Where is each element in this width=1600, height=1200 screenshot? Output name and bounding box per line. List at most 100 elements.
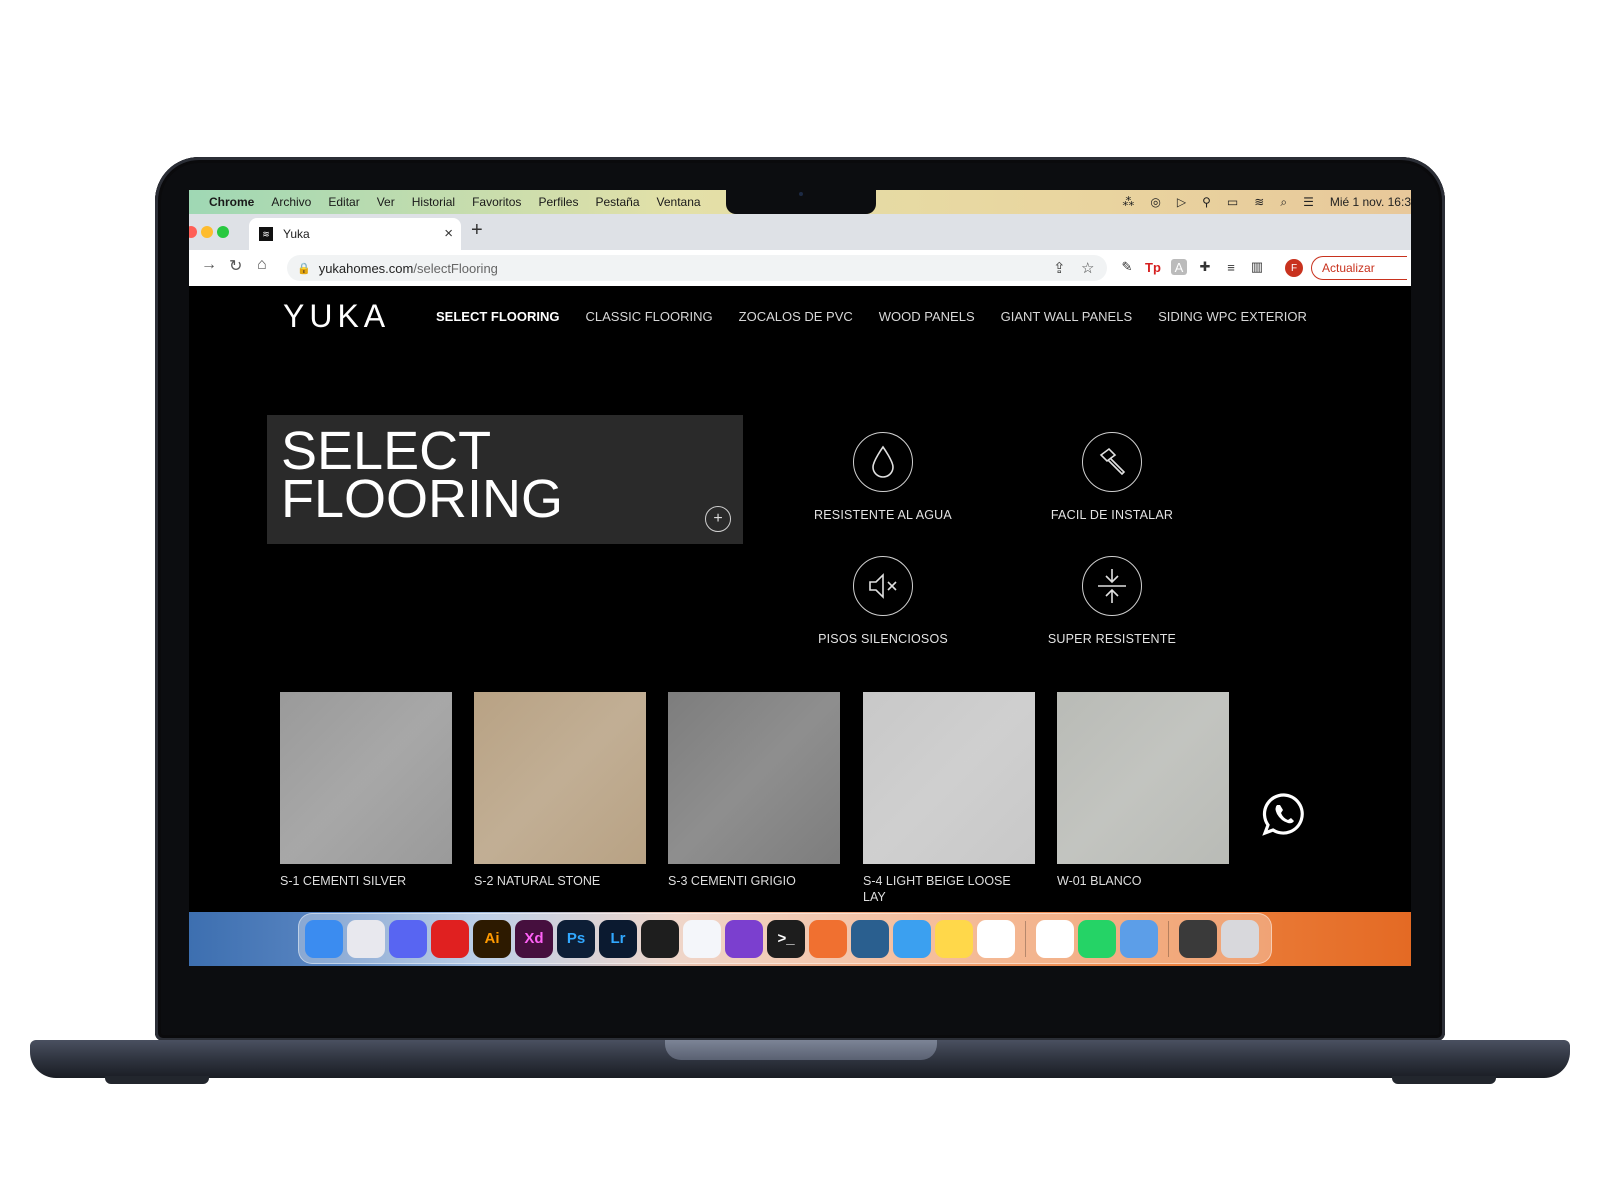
illustrator-icon[interactable]: Ai bbox=[473, 919, 511, 958]
reload-icon[interactable]: ↻ bbox=[229, 256, 242, 276]
battery-icon[interactable]: ▭ bbox=[1227, 195, 1238, 209]
lightroom-icon[interactable]: Lr bbox=[599, 919, 637, 958]
menu-favoritos[interactable]: Favoritos bbox=[472, 195, 521, 209]
product-card[interactable]: S-2 NATURAL STONE bbox=[474, 692, 646, 889]
product-image[interactable] bbox=[668, 692, 840, 864]
launchpad-icon[interactable] bbox=[347, 919, 385, 958]
chrome-toolbar: → ↻ ⌂ 🔒 yukahomes.com/selectFlooring ⇪ ☆… bbox=[189, 250, 1411, 287]
close-window-button[interactable] bbox=[189, 226, 197, 238]
minimize-window-button[interactable] bbox=[201, 226, 213, 238]
whatsapp-chat-button[interactable] bbox=[1262, 792, 1306, 836]
chrome-icon[interactable] bbox=[1036, 919, 1074, 958]
zoom-window-button[interactable] bbox=[217, 226, 229, 238]
close-tab-icon[interactable]: × bbox=[444, 225, 453, 242]
product-image[interactable] bbox=[1057, 692, 1229, 864]
menu-historial[interactable]: Historial bbox=[412, 195, 455, 209]
site-logo[interactable]: YUKA bbox=[283, 286, 390, 346]
camera-icon bbox=[799, 192, 803, 196]
menubar-datetime[interactable]: Mié 1 nov. 16:3 bbox=[1330, 195, 1411, 209]
product-card[interactable]: S-3 CEMENTI GRIGIO bbox=[668, 692, 840, 889]
menu-archivo[interactable]: Archivo bbox=[271, 195, 311, 209]
lock-icon: 🔒 bbox=[297, 262, 311, 275]
youtube-music-icon[interactable] bbox=[431, 919, 469, 958]
forward-arrow-icon[interactable]: → bbox=[201, 256, 217, 274]
bookmark-star-icon[interactable]: ☆ bbox=[1081, 259, 1094, 277]
yuka-page: YUKA SELECT FLOORING CLASSIC FLOORING ZO… bbox=[189, 286, 1411, 912]
wifi-icon[interactable]: ≋ bbox=[1254, 195, 1264, 209]
feature-label: PISOS SILENCIOSOS bbox=[818, 632, 948, 646]
reading-list-icon[interactable]: ≡ bbox=[1223, 259, 1239, 275]
extension-broom-icon[interactable]: ✎ bbox=[1119, 259, 1135, 275]
photoshop-icon[interactable]: Ps bbox=[557, 919, 595, 958]
menu-pestana[interactable]: Pestaña bbox=[595, 195, 639, 209]
slack-icon[interactable] bbox=[977, 919, 1015, 958]
product-name[interactable]: S-4 LIGHT BEIGE LOOSE LAY bbox=[863, 873, 1023, 905]
discord-icon[interactable] bbox=[389, 919, 427, 958]
nav-wood-panels[interactable]: WOOD PANELS bbox=[879, 309, 975, 324]
mac-dock: Ai Xd Ps Lr >_ bbox=[298, 913, 1272, 964]
mail-icon[interactable] bbox=[893, 919, 931, 958]
iphone-mirroring-icon[interactable] bbox=[1179, 919, 1217, 958]
xd-icon[interactable]: Xd bbox=[515, 919, 553, 958]
product-image[interactable] bbox=[474, 692, 646, 864]
laptop-foot-left bbox=[105, 1076, 209, 1084]
vscode-icon[interactable] bbox=[683, 919, 721, 958]
menu-ventana[interactable]: Ventana bbox=[657, 195, 701, 209]
product-card[interactable]: W-01 BLANCO bbox=[1057, 692, 1229, 889]
extensions-puzzle-icon[interactable]: ✚ bbox=[1197, 259, 1213, 275]
whatsapp-icon bbox=[1262, 793, 1304, 836]
product-image[interactable] bbox=[863, 692, 1035, 864]
control-center-icon[interactable]: ☰ bbox=[1303, 195, 1314, 209]
nav-select-flooring[interactable]: SELECT FLOORING bbox=[436, 309, 560, 324]
browser-tab-yuka[interactable]: ≋ Yuka × bbox=[249, 218, 461, 250]
airdrop-status-icon[interactable]: ⚲ bbox=[1202, 195, 1211, 209]
address-bar[interactable]: 🔒 yukahomes.com/selectFlooring ⇪ ☆ bbox=[287, 255, 1107, 281]
menu-app-name[interactable]: Chrome bbox=[209, 195, 254, 209]
share-icon[interactable]: ⇪ bbox=[1053, 259, 1066, 277]
nav-siding-wpc-exterior[interactable]: SIDING WPC EXTERIOR bbox=[1158, 309, 1307, 324]
github-desktop-icon[interactable] bbox=[725, 919, 763, 958]
terminal-icon[interactable]: >_ bbox=[767, 919, 805, 958]
extension-tp-icon[interactable]: Tp bbox=[1145, 259, 1161, 275]
new-tab-icon[interactable]: + bbox=[471, 219, 483, 242]
product-name[interactable]: W-01 BLANCO bbox=[1057, 873, 1229, 889]
finder-icon[interactable] bbox=[305, 919, 343, 958]
extension-translate-icon[interactable]: A bbox=[1171, 259, 1187, 275]
dock-separator bbox=[1025, 920, 1026, 957]
laptop-screen: Chrome Archivo Editar Ver Historial Favo… bbox=[189, 190, 1411, 1002]
home-icon[interactable]: ⌂ bbox=[257, 256, 267, 274]
notes-icon[interactable] bbox=[935, 919, 973, 958]
nav-giant-wall-panels[interactable]: GIANT WALL PANELS bbox=[1001, 309, 1133, 324]
menu-editar[interactable]: Editar bbox=[328, 195, 359, 209]
side-panel-icon[interactable]: ▥ bbox=[1249, 259, 1265, 275]
trash-icon[interactable] bbox=[1221, 919, 1259, 958]
nav-zocalos-de-pvc[interactable]: ZOCALOS DE PVC bbox=[739, 309, 853, 324]
dolphin-icon[interactable] bbox=[851, 919, 889, 958]
profile-avatar[interactable]: F bbox=[1285, 259, 1303, 277]
pen-tool-icon[interactable] bbox=[809, 919, 847, 958]
figma-status-icon[interactable]: ⁂ bbox=[1122, 195, 1134, 209]
update-chrome-button[interactable]: Actualizar bbox=[1311, 256, 1407, 280]
product-name[interactable]: S-2 NATURAL STONE bbox=[474, 873, 646, 889]
feature-label: SUPER RESISTENTE bbox=[1047, 632, 1177, 646]
play-status-icon[interactable]: ▷ bbox=[1177, 195, 1186, 209]
menu-ver[interactable]: Ver bbox=[377, 195, 395, 209]
expand-button[interactable]: + bbox=[705, 506, 731, 532]
menu-perfiles[interactable]: Perfiles bbox=[538, 195, 578, 209]
product-name[interactable]: S-1 CEMENTI SILVER bbox=[280, 873, 452, 889]
product-card[interactable]: S-4 LIGHT BEIGE LOOSE LAY bbox=[863, 692, 1035, 905]
hero-title: SELECT FLOORING bbox=[281, 424, 661, 526]
product-card[interactable]: S-1 CEMENTI SILVER bbox=[280, 692, 452, 889]
figma-icon[interactable] bbox=[641, 919, 679, 958]
preview-icon[interactable] bbox=[1120, 919, 1158, 958]
yuka-favicon-icon: ≋ bbox=[259, 227, 273, 241]
product-name[interactable]: S-3 CEMENTI GRIGIO bbox=[668, 873, 840, 889]
nav-classic-flooring[interactable]: CLASSIC FLOORING bbox=[586, 309, 713, 324]
creative-cloud-status-icon[interactable]: ◎ bbox=[1150, 195, 1160, 209]
feature-silent-floors: PISOS SILENCIOSOS bbox=[783, 556, 983, 646]
spotlight-search-icon[interactable]: ⌕ bbox=[1280, 195, 1287, 210]
hammer-icon bbox=[1082, 432, 1142, 492]
whatsapp-icon[interactable] bbox=[1078, 919, 1116, 958]
product-image[interactable] bbox=[280, 692, 452, 864]
laptop-foot-right bbox=[1392, 1076, 1496, 1084]
